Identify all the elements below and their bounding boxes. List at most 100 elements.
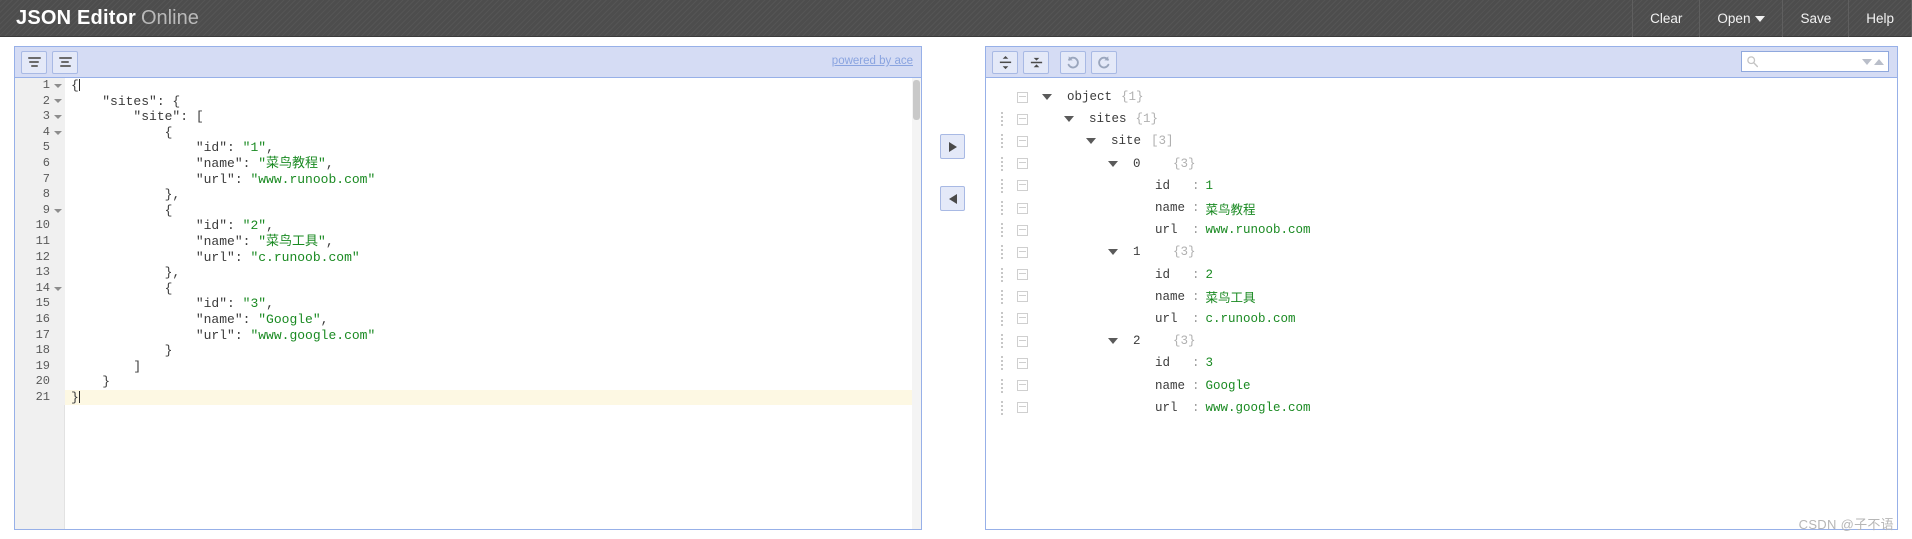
code-editor-body[interactable]: 1{2 "sites": {3 "site": [4 {5 "id": "1",… [15, 78, 921, 529]
tree-key[interactable]: 0 [1118, 157, 1164, 171]
drag-handle-icon[interactable] [996, 289, 1008, 304]
row-menu-icon[interactable] [1017, 224, 1028, 236]
row-menu-icon[interactable] [1017, 202, 1028, 214]
code-line[interactable]: 16 "name": "Google", [15, 311, 921, 328]
code-line[interactable]: 4 { [15, 124, 921, 141]
expand-collapse-icon[interactable] [1108, 160, 1118, 167]
tree-value[interactable]: 1 [1206, 179, 1214, 193]
tree-key[interactable]: name [1140, 290, 1186, 304]
tree-key[interactable]: name [1140, 379, 1186, 393]
code-line[interactable]: 11 "name": "菜鸟工具", [15, 233, 921, 250]
drag-handle-icon[interactable] [996, 400, 1008, 415]
row-menu-icon[interactable] [1017, 135, 1028, 147]
drag-handle-icon[interactable] [996, 245, 1008, 260]
expand-collapse-icon[interactable] [1042, 94, 1052, 101]
code-line[interactable]: 20 } [15, 374, 921, 390]
row-menu-icon[interactable] [1017, 91, 1028, 103]
code-line[interactable]: 21} [15, 389, 921, 406]
tree-key[interactable]: url [1140, 223, 1186, 237]
code-line[interactable]: 9 { [15, 202, 921, 219]
row-menu-icon[interactable] [1017, 180, 1028, 192]
tree-row[interactable]: sites {1} [986, 108, 1897, 130]
search-next-icon[interactable] [1862, 58, 1872, 65]
menu-item-clear[interactable]: Clear [1632, 0, 1699, 37]
tree-search-input[interactable] [1763, 54, 1862, 69]
tree-row[interactable]: id:1 [986, 175, 1897, 197]
drag-handle-icon[interactable] [996, 112, 1008, 127]
tree-row[interactable]: id:2 [986, 264, 1897, 286]
tree-row[interactable]: name: 菜鸟教程 [986, 197, 1897, 219]
tree-value[interactable]: www.runoob.com [1206, 223, 1311, 237]
drag-handle-icon[interactable] [996, 90, 1008, 104]
undo-button[interactable] [1060, 50, 1086, 74]
transfer-to-code-button[interactable] [940, 186, 965, 211]
code-line[interactable]: 14 { [15, 280, 921, 297]
collapse-all-button[interactable] [1023, 50, 1049, 74]
tree-row[interactable]: url: c.runoob.com [986, 308, 1897, 330]
tree-key[interactable]: id [1140, 268, 1186, 282]
drag-handle-icon[interactable] [996, 378, 1008, 393]
code-line[interactable]: 12 "url": "c.runoob.com" [15, 249, 921, 266]
tree-value[interactable]: 3 [1206, 356, 1214, 370]
search-prev-icon[interactable] [1874, 58, 1884, 65]
drag-handle-icon[interactable] [996, 178, 1008, 193]
tree-row[interactable]: 0 {3} [986, 153, 1897, 175]
powered-by-ace-link[interactable]: powered by ace [832, 55, 913, 67]
row-menu-icon[interactable] [1017, 313, 1028, 325]
tree-row[interactable]: url: www.google.com [986, 397, 1897, 419]
row-menu-icon[interactable] [1017, 335, 1028, 347]
tree-value[interactable]: 菜鸟教程 [1206, 199, 1256, 218]
tree-search-box[interactable] [1741, 51, 1889, 72]
tree-row[interactable]: 1 {3} [986, 241, 1897, 263]
row-menu-icon[interactable] [1017, 158, 1028, 170]
tree-row[interactable]: url: www.runoob.com [986, 219, 1897, 241]
tree-key[interactable]: 1 [1118, 245, 1164, 259]
row-menu-icon[interactable] [1017, 291, 1028, 303]
code-line[interactable]: 13 }, [15, 265, 921, 281]
tree-key[interactable]: id [1140, 356, 1186, 370]
row-menu-icon[interactable] [1017, 113, 1028, 125]
expand-collapse-icon[interactable] [1086, 138, 1096, 145]
compact-json-button[interactable] [52, 50, 78, 74]
fold-toggle-icon[interactable] [54, 83, 62, 88]
code-line[interactable]: 19 ] [15, 358, 921, 375]
tree-key[interactable]: url [1140, 312, 1186, 326]
code-line[interactable]: 2 "sites": { [15, 93, 921, 110]
tree-value[interactable]: c.runoob.com [1206, 312, 1296, 326]
code-line[interactable]: 10 "id": "2", [15, 218, 921, 234]
tree-row[interactable]: id:3 [986, 352, 1897, 374]
format-json-button[interactable] [21, 50, 47, 74]
code-editor-scrollbar[interactable] [912, 78, 921, 529]
transfer-to-tree-button[interactable] [940, 134, 965, 159]
code-line[interactable]: 6 "name": "菜鸟教程", [15, 155, 921, 172]
expand-collapse-icon[interactable] [1108, 249, 1118, 256]
tree-value[interactable]: www.google.com [1206, 401, 1311, 415]
tree-key[interactable]: name [1140, 201, 1186, 215]
tree-key[interactable]: site [1096, 134, 1142, 148]
fold-toggle-icon[interactable] [54, 130, 62, 135]
row-menu-icon[interactable] [1017, 402, 1028, 414]
fold-toggle-icon[interactable] [54, 114, 62, 119]
tree-row[interactable]: name: 菜鸟工具 [986, 286, 1897, 308]
tree-key[interactable]: url [1140, 401, 1186, 415]
fold-toggle-icon[interactable] [54, 208, 62, 213]
fold-toggle-icon[interactable] [54, 99, 62, 104]
redo-button[interactable] [1091, 50, 1117, 74]
scrollbar-thumb[interactable] [913, 80, 920, 120]
tree-value[interactable]: 2 [1206, 268, 1214, 282]
tree-row[interactable]: site [3] [986, 130, 1897, 152]
drag-handle-icon[interactable] [996, 156, 1008, 171]
drag-handle-icon[interactable] [996, 311, 1008, 326]
drag-handle-icon[interactable] [996, 134, 1008, 149]
tree-key[interactable]: object [1052, 90, 1112, 104]
tree-row[interactable]: object {1} [986, 86, 1897, 108]
drag-handle-icon[interactable] [996, 267, 1008, 282]
tree-key[interactable]: sites [1074, 112, 1127, 126]
row-menu-icon[interactable] [1017, 380, 1028, 392]
menu-item-open[interactable]: Open [1699, 0, 1782, 37]
tree-row[interactable]: 2 {3} [986, 330, 1897, 352]
code-line[interactable]: 15 "id": "3", [15, 296, 921, 312]
code-line[interactable]: 7 "url": "www.runoob.com" [15, 171, 921, 188]
drag-handle-icon[interactable] [996, 334, 1008, 349]
row-menu-icon[interactable] [1017, 269, 1028, 281]
